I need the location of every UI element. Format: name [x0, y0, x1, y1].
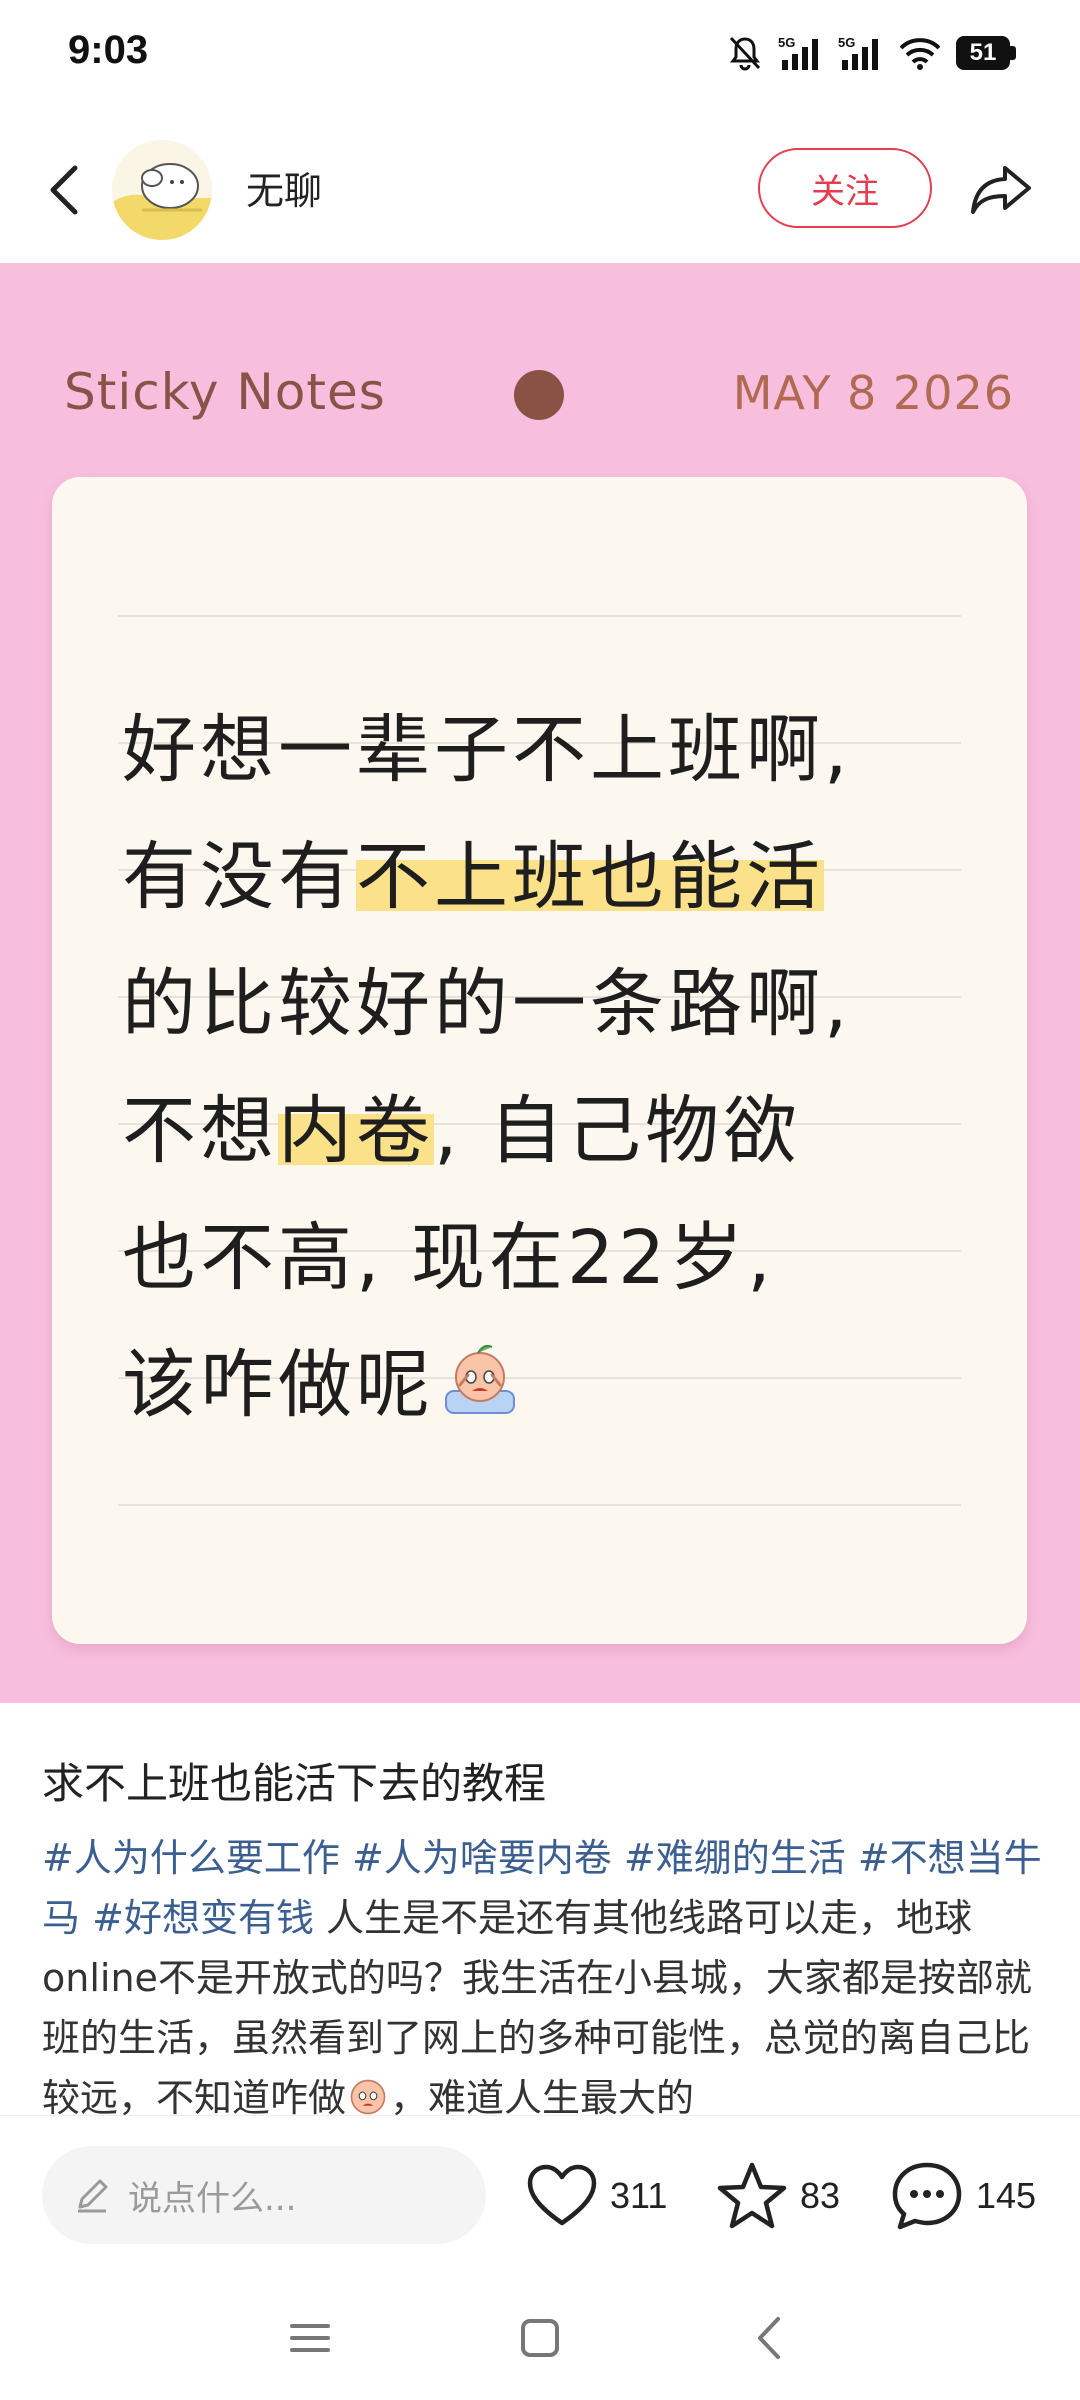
share-button[interactable] [966, 155, 1036, 225]
network-label-1: 5G [778, 35, 795, 50]
note-line-3: 的比较好的一条路啊, [122, 934, 1002, 1061]
mute-bell-icon [729, 36, 761, 71]
share-icon [971, 166, 1031, 214]
system-nav-bar [0, 2275, 1080, 2400]
note-highlight: 内卷 [278, 1071, 434, 1178]
hashtag[interactable]: #人为什么要工作 [42, 1836, 340, 1880]
note-line-text: 也不高, 现在22岁, [122, 1215, 775, 1301]
note-card: 好想一辈子不上班啊, 有没有 不上班也能活 的比较好的一条路啊, 不想 内卷, 自己… [52, 477, 1027, 1644]
note-line-text: 有没有 [122, 834, 356, 920]
favorite-count: 83 [800, 2175, 841, 2216]
crying-emoji-icon [350, 2079, 386, 2115]
note-line-1: 好想一辈子不上班啊, [122, 680, 1002, 807]
hashtag[interactable]: #难绷的生活 [624, 1836, 846, 1880]
sticky-date: MAY 8 2026 [732, 366, 1014, 420]
nav-back-icon [758, 2317, 780, 2359]
note-line-text: 不想 [122, 1088, 278, 1174]
note-line-text: 该咋做呢 [122, 1342, 434, 1428]
status-icons: 5G 5G 51 [726, 28, 1016, 78]
note-rule [118, 1504, 961, 1506]
note-line-text: 的比较好的一条路啊, [122, 961, 852, 1047]
post-body: #人为什么要工作 #人为啥要内卷 #难绷的生活 #不想当牛马 #好想变有钱 人生… [42, 1828, 1042, 2118]
comment-button[interactable]: 145 [890, 2154, 1036, 2238]
hashtag[interactable]: #好想变有钱 [92, 1896, 314, 1940]
note-line-2: 有没有 不上班也能活 [122, 807, 1002, 934]
author-avatar[interactable] [112, 140, 212, 240]
status-bar: 9:03 5G 5G 51 [0, 0, 1080, 110]
nav-menu-button[interactable] [275, 2303, 345, 2373]
comment-input[interactable]: 说点什么... [42, 2146, 486, 2244]
network-label-2: 5G [838, 35, 855, 50]
favorite-button[interactable]: 83 [716, 2154, 840, 2238]
menu-icon [290, 2324, 330, 2352]
heart-icon [527, 2164, 597, 2226]
back-button[interactable] [30, 155, 100, 225]
avatar-illustration [112, 140, 212, 240]
post-body-text-cont: ，难道人生最大的 [390, 2076, 695, 2118]
comment-bubble-icon [892, 2162, 962, 2230]
note-text: 好想一辈子不上班啊, 有没有 不上班也能活 的比较好的一条路啊, 不想 内卷, 自己… [122, 680, 1002, 1442]
note-line-5: 也不高, 现在22岁, [122, 1188, 1002, 1315]
note-line-6: 该咋做呢 [122, 1315, 1002, 1442]
pen-icon [78, 2179, 108, 2213]
battery-tip [1010, 46, 1016, 60]
sticky-dot [514, 370, 564, 420]
battery-icon: 51 [956, 36, 1016, 70]
hashtag[interactable]: #人为啥要内卷 [352, 1836, 612, 1880]
comment-placeholder: 说点什么... [128, 2178, 297, 2219]
nav-back-button[interactable] [735, 2303, 805, 2373]
like-button[interactable]: 311 [526, 2154, 667, 2238]
post-header: 无聊 关注 [0, 130, 1080, 250]
nav-home-button[interactable] [505, 2303, 575, 2373]
note-rule [118, 615, 961, 617]
home-square-icon [521, 2319, 559, 2357]
status-time: 9:03 [68, 28, 149, 72]
note-line-text-after: , 自己物欲 [434, 1088, 802, 1174]
crying-emoji-icon [445, 1344, 515, 1414]
note-highlight: 不上班也能活 [356, 817, 824, 924]
note-line-text: 好想一辈子不上班啊, [122, 707, 852, 793]
like-count: 311 [610, 2175, 668, 2216]
follow-button[interactable]: 关注 [758, 148, 932, 228]
post-title: 求不上班也能活下去的教程 [42, 1759, 547, 1808]
star-icon [717, 2162, 787, 2229]
signal-5g-icon: 5G [778, 35, 818, 70]
comment-count: 145 [976, 2175, 1037, 2216]
wifi-icon [899, 38, 941, 70]
note-line-4: 不想 内卷, 自己物欲 [122, 1061, 1002, 1188]
battery-level: 51 [956, 36, 1010, 70]
post-image[interactable]: Sticky Notes MAY 8 2026 好想一辈子不上班啊, 有没有 不上… [0, 263, 1080, 1703]
author-name[interactable]: 无聊 [246, 160, 322, 215]
sticky-notes-title: Sticky Notes [64, 363, 386, 421]
action-bar: 说点什么... 311 83 145 [0, 2115, 1080, 2275]
signal-5g-icon-2: 5G [838, 35, 878, 70]
back-arrow-icon [50, 165, 78, 215]
